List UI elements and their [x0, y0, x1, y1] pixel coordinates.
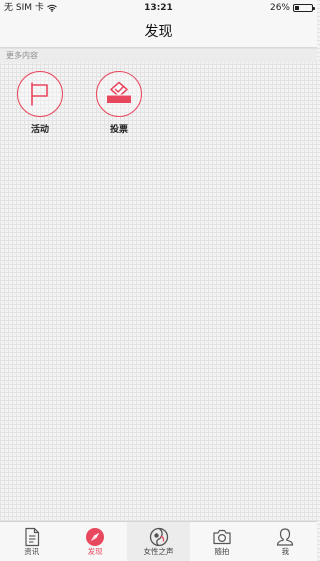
- tab-news-label: 资讯: [24, 547, 40, 556]
- tab-discover[interactable]: 发现: [63, 522, 126, 561]
- tab-news[interactable]: 资讯: [0, 522, 63, 561]
- tab-me-label: 我: [281, 547, 290, 556]
- tab-women-voice-label: 女性之声: [143, 547, 174, 556]
- tab-snapshot[interactable]: 随拍: [190, 522, 253, 561]
- news-icon: [25, 527, 39, 547]
- section-header: 更多内容: [0, 49, 317, 63]
- tab-bar: 资讯 发现 女性之声 随拍 我: [0, 521, 317, 561]
- voice-logo-icon: [149, 527, 168, 547]
- compass-icon: [86, 528, 105, 546]
- section-label: 更多内容: [6, 51, 38, 60]
- camera-icon: [213, 529, 231, 545]
- nav-bar: 发现: [0, 16, 317, 48]
- feature-activity[interactable]: 活动: [10, 71, 70, 135]
- profile-icon: [277, 528, 294, 546]
- flag-icon: [31, 82, 48, 106]
- feature-vote-circle[interactable]: [96, 71, 142, 117]
- tab-snapshot-label: 随拍: [214, 547, 230, 556]
- battery-percent: 26%: [269, 3, 290, 13]
- page-title: 发现: [144, 24, 173, 40]
- feature-activity-circle[interactable]: [17, 71, 63, 117]
- tab-discover-label: 发现: [87, 547, 103, 556]
- battery-level-fill: [295, 6, 299, 10]
- ballot-box-icon: [107, 81, 131, 103]
- status-right: 26%: [269, 0, 315, 16]
- tab-me[interactable]: 我: [254, 522, 317, 561]
- tab-women-voice[interactable]: 女性之声: [126, 522, 191, 561]
- feature-vote[interactable]: 投票: [89, 71, 149, 135]
- feature-activity-label: 活动: [30, 125, 49, 135]
- status-bar: 无 SIM 卡 13:21 26%: [0, 0, 317, 16]
- battery-icon: [293, 4, 315, 12]
- feature-vote-label: 投票: [109, 125, 128, 135]
